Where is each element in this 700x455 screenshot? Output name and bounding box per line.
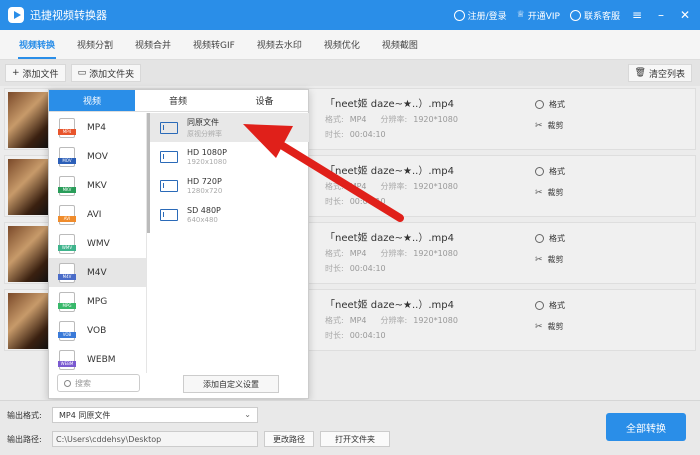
add-folder-button[interactable]: ▭ 添加文件夹 bbox=[70, 64, 142, 82]
resolution-option[interactable]: HD 1080P 1920x1080 bbox=[150, 142, 309, 171]
cut-button[interactable]: ✂ 裁剪 bbox=[535, 187, 565, 198]
tab-video-gif[interactable]: 视频转GIF bbox=[182, 29, 246, 59]
toolbar: + 添加文件 ▭ 添加文件夹 🗑 清空列表 bbox=[0, 60, 700, 86]
app-title: 迅捷视频转换器 bbox=[30, 9, 107, 22]
gear-icon bbox=[535, 234, 544, 243]
close-icon[interactable]: ✕ bbox=[678, 8, 692, 22]
user-icon bbox=[453, 9, 465, 21]
format-button[interactable]: 格式 bbox=[535, 300, 565, 311]
resolution-option[interactable]: SD 480P 640x480 bbox=[150, 200, 309, 229]
change-path-button[interactable]: 更改路径 bbox=[264, 431, 314, 447]
file-format-icon: MPG bbox=[58, 291, 76, 312]
format-option-wmv[interactable]: WMV WMV bbox=[49, 229, 146, 258]
format-option-mpg[interactable]: MPG MPG bbox=[49, 287, 146, 316]
format-button[interactable]: 格式 bbox=[535, 233, 565, 244]
file-format-icon: WEBM bbox=[58, 349, 76, 370]
format-search-input[interactable]: 搜索 bbox=[57, 374, 140, 392]
file-name: 「neet姬 daze~★..）.mp4 bbox=[325, 233, 454, 244]
tab-screenshot[interactable]: 视频截图 bbox=[371, 29, 429, 59]
folder-icon: ▭ bbox=[77, 68, 87, 78]
film-icon bbox=[160, 121, 178, 134]
cut-button[interactable]: ✂ 裁剪 bbox=[535, 254, 565, 265]
add-file-button[interactable]: + 添加文件 bbox=[5, 64, 66, 82]
scissors-icon: ✂ bbox=[535, 321, 543, 332]
open-folder-button[interactable]: 打开文件夹 bbox=[320, 431, 390, 447]
file-format-icon: VOB bbox=[58, 320, 76, 341]
bottom-bar: 输出格式: MP4 同原文件 ⌄ 输出路径: C:\Users\cddehsy\… bbox=[0, 400, 700, 455]
tab-watermark[interactable]: 视频去水印 bbox=[246, 29, 313, 59]
file-format-icon: MOV bbox=[58, 146, 76, 167]
vip-button[interactable]: ♕ 开通VIP bbox=[517, 9, 560, 22]
video-thumbnail bbox=[8, 293, 50, 349]
file-format-icon: MKV bbox=[58, 175, 76, 196]
app-logo-icon bbox=[8, 7, 24, 23]
scissors-icon: ✂ bbox=[535, 254, 543, 265]
panel-tab-audio[interactable]: 音频 bbox=[135, 90, 221, 111]
trash-icon: 🗑 bbox=[634, 68, 646, 78]
output-format-label: 输出格式: bbox=[7, 411, 42, 420]
format-option-mkv[interactable]: MKV MKV bbox=[49, 171, 146, 200]
video-thumbnail bbox=[8, 92, 50, 148]
tab-video-split[interactable]: 视频分割 bbox=[66, 29, 124, 59]
plus-icon: + bbox=[12, 68, 20, 78]
file-format-icon: M4V bbox=[58, 262, 76, 283]
file-name: 「neet姬 daze~★..）.mp4 bbox=[325, 99, 454, 110]
tab-optimize[interactable]: 视频优化 bbox=[313, 29, 371, 59]
resolution-option[interactable]: HD 720P 1280x720 bbox=[150, 171, 309, 200]
format-option-mp4[interactable]: MP4 MP4 bbox=[49, 113, 146, 142]
cut-button[interactable]: ✂ 裁剪 bbox=[535, 321, 565, 332]
output-path-field[interactable]: C:\Users\cddehsy\Desktop bbox=[52, 431, 258, 447]
format-option-mov[interactable]: MOV MOV bbox=[49, 142, 146, 171]
search-icon bbox=[64, 379, 71, 387]
file-name: 「neet姬 daze~★..）.mp4 bbox=[325, 166, 454, 177]
login-button[interactable]: 注册/登录 bbox=[453, 9, 507, 22]
title-bar: 迅捷视频转换器 注册/登录 ♕ 开通VIP 联系客服 ≡ – ✕ bbox=[0, 0, 700, 30]
format-option-webm[interactable]: WEBM WEBM bbox=[49, 345, 146, 373]
format-button[interactable]: 格式 bbox=[535, 99, 565, 110]
service-icon bbox=[569, 9, 581, 21]
format-option-m4v[interactable]: M4V M4V bbox=[49, 258, 146, 287]
gear-icon bbox=[535, 301, 544, 310]
tab-video-convert[interactable]: 视频转换 bbox=[8, 29, 66, 59]
crown-icon: ♕ bbox=[516, 10, 525, 20]
panel-tab-device[interactable]: 设备 bbox=[221, 90, 308, 111]
file-name: 「neet姬 daze~★..）.mp4 bbox=[325, 300, 454, 311]
chevron-down-icon: ⌄ bbox=[244, 410, 251, 419]
gear-icon bbox=[535, 100, 544, 109]
cut-button[interactable]: ✂ 裁剪 bbox=[535, 120, 565, 131]
tab-video-merge[interactable]: 视频合并 bbox=[124, 29, 182, 59]
film-icon bbox=[160, 179, 178, 192]
film-icon bbox=[160, 208, 178, 221]
video-thumbnail bbox=[8, 226, 50, 282]
format-button[interactable]: 格式 bbox=[535, 166, 565, 177]
format-panel: 视频 音频 设备 MP4 MP4 MOV MOV MKV MKV AVI AVI WMV WMV M… bbox=[48, 89, 309, 399]
video-thumbnail bbox=[8, 159, 50, 215]
format-option-avi[interactable]: AVI AVI bbox=[49, 200, 146, 229]
file-format-icon: MP4 bbox=[58, 117, 76, 138]
clear-list-button[interactable]: 🗑 清空列表 bbox=[627, 64, 692, 82]
main-tabs: 视频转换 视频分割 视频合并 视频转GIF 视频去水印 视频优化 视频截图 bbox=[0, 30, 700, 60]
format-option-vob[interactable]: VOB VOB bbox=[49, 316, 146, 345]
gear-icon bbox=[535, 167, 544, 176]
scissors-icon: ✂ bbox=[535, 120, 543, 131]
scissors-icon: ✂ bbox=[535, 187, 543, 198]
resolution-list: 同原文件 原视分辨率 HD 1080P 1920x1080 HD 720P 1280x… bbox=[150, 113, 309, 229]
output-format-select[interactable]: MP4 同原文件 ⌄ bbox=[52, 407, 258, 423]
resolution-option[interactable]: 同原文件 原视分辨率 bbox=[150, 113, 309, 142]
file-format-icon: WMV bbox=[58, 233, 76, 254]
format-list: MP4 MP4 MOV MOV MKV MKV AVI AVI WMV WMV M4V M4V MPG M… bbox=[49, 113, 147, 373]
film-icon bbox=[160, 150, 178, 163]
output-path-label: 输出路径: bbox=[7, 435, 42, 444]
panel-tab-video[interactable]: 视频 bbox=[49, 90, 135, 111]
add-custom-setting-button[interactable]: 添加自定义设置 bbox=[183, 375, 279, 393]
convert-all-button[interactable]: 全部转换 bbox=[606, 413, 686, 441]
minimize-icon[interactable]: – bbox=[654, 8, 668, 22]
service-button[interactable]: 联系客服 bbox=[569, 9, 620, 22]
menu-icon[interactable]: ≡ bbox=[630, 8, 644, 22]
file-format-icon: AVI bbox=[58, 204, 76, 225]
